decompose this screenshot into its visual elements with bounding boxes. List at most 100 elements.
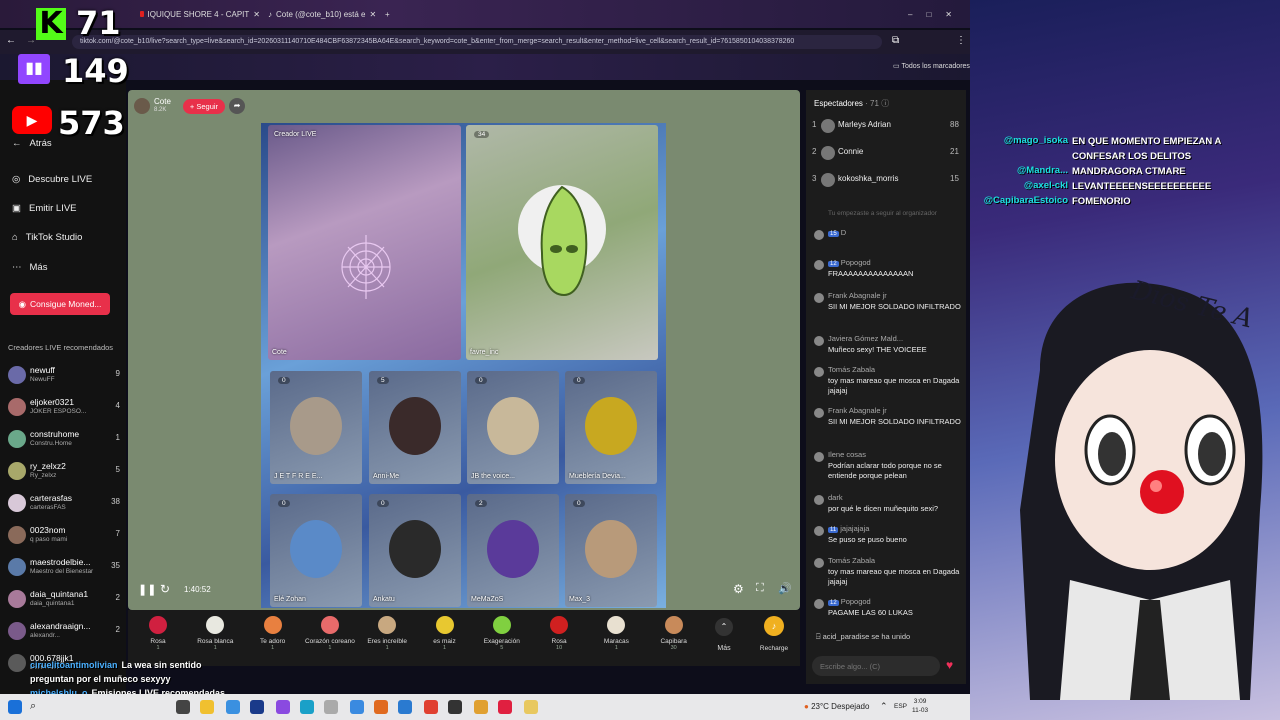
window-controls[interactable]: – □ ✕	[908, 6, 952, 22]
app-icon[interactable]	[524, 700, 538, 714]
guest-badge: 0	[573, 500, 585, 507]
creator-row[interactable]: carterasfas carterasFAS 38	[6, 491, 122, 519]
vscode-icon[interactable]	[398, 700, 412, 714]
gifts-more-button[interactable]: ⌃ Más	[710, 618, 738, 652]
guest-tile[interactable]: 0 J E T F R E E...	[270, 371, 362, 484]
gift-item[interactable]: Rosa blanca 1	[189, 614, 241, 651]
viewer-row[interactable]: 3 kokoshka_morris 15	[812, 172, 962, 190]
tray-chevron-icon[interactable]: ⌃	[880, 701, 888, 712]
chrome-icon[interactable]	[424, 700, 438, 714]
creator-row[interactable]: newuff NewuFF 9	[6, 363, 122, 391]
app-icon[interactable]	[324, 700, 338, 714]
chat-input[interactable]	[812, 656, 940, 676]
recharge-button[interactable]: ♪ Recharge	[756, 616, 792, 652]
creator-row[interactable]: maestrodelbie... Maestro del Bienestar 35	[6, 555, 122, 583]
clock-date: 11-03	[912, 707, 929, 714]
fullscreen-icon[interactable]: ⛶	[756, 582, 764, 595]
gift-item[interactable]: Te adoro 1	[247, 614, 299, 651]
pause-icon[interactable]: ❚❚	[138, 583, 156, 596]
avatar[interactable]	[134, 98, 150, 114]
avatar	[290, 520, 342, 578]
guest-tile[interactable]: 0 Elé Zohan	[270, 494, 362, 607]
tab-label: IQUIQUE SHORE 4 - CAPIT	[147, 9, 250, 19]
input-language[interactable]: ESP	[894, 703, 907, 710]
guest-tile[interactable]: 2 MeMaZoS	[467, 494, 559, 607]
nav-more[interactable]: ⋯ Más	[12, 262, 47, 273]
nav-tiktok-studio[interactable]: ⌂ TikTok Studio	[12, 232, 82, 243]
get-coins-button[interactable]: ◉ Consigue Moned...	[10, 293, 110, 315]
gift-item[interactable]: Exageración 5	[476, 614, 528, 651]
refresh-icon[interactable]: ↻	[160, 582, 170, 596]
chat-username: Javiera Gómez Mald...	[828, 334, 903, 343]
follow-button[interactable]: + Seguir	[182, 98, 226, 114]
app-icon[interactable]	[350, 700, 364, 714]
guest-tile[interactable]: 5 Anni-Me	[369, 371, 461, 484]
nav-discover-live[interactable]: ◎ Descubre LIVE	[12, 174, 92, 185]
creator-row[interactable]: 0023nom q paso mami 7	[6, 523, 122, 551]
forward-arrow-icon[interactable]: →	[26, 35, 36, 46]
windows-start-icon[interactable]	[8, 700, 22, 714]
back-link[interactable]: ← Atrás	[12, 138, 52, 149]
avatar	[8, 430, 26, 448]
url-field[interactable]: tiktok.com/@cote_b10/live?search_type=li…	[72, 35, 882, 49]
firefox-icon[interactable]	[374, 700, 388, 714]
viewers-header[interactable]: Espectadores · 71 ⓘ	[814, 98, 889, 109]
extensions-icon[interactable]: ⧉	[892, 35, 899, 46]
guest-tile[interactable]: 0 Max_3	[565, 494, 657, 607]
gift-item[interactable]: Rosa 1	[132, 614, 184, 651]
gift-name: Rosa	[551, 638, 567, 645]
browser-icon[interactable]	[226, 700, 240, 714]
edge-icon[interactable]	[300, 700, 314, 714]
viewer-row[interactable]: 1 Marleys Adrian 88	[812, 118, 962, 136]
volume-icon[interactable]: 🔊	[778, 582, 792, 595]
creator-row[interactable]: daia_quintana1 daia_quintana1 2	[6, 587, 122, 615]
task-view-icon[interactable]	[176, 700, 190, 714]
creator-row[interactable]: eljoker0321 JOKER ESPOSO... 4	[6, 395, 122, 423]
guest-tile[interactable]: 0 Mueblería Devia...	[565, 371, 657, 484]
browser-tab-active[interactable]: ♪ Cote (@cote_b10) está e ✕	[268, 6, 380, 22]
clock[interactable]: 3:09 11-03	[912, 697, 928, 715]
guest-tile-top[interactable]: 34 favre_inc	[466, 125, 658, 360]
close-icon[interactable]: ✕	[370, 10, 377, 19]
search-icon[interactable]: ⌕	[30, 700, 44, 714]
host-name[interactable]: Cote	[154, 98, 171, 106]
gift-item[interactable]: Eres increíble 1	[361, 614, 413, 651]
app-icon[interactable]	[474, 700, 488, 714]
app-icon[interactable]	[276, 700, 290, 714]
gift-name: es maiz	[433, 638, 456, 645]
viewer-row[interactable]: 2 Connie 21	[812, 145, 962, 163]
chat-username-text: Frank Abagnale jr	[828, 406, 887, 415]
creator-row[interactable]: ry_zelxz2 Ry_zelxz 5	[6, 459, 122, 487]
share-icon[interactable]: ➦	[229, 98, 246, 114]
viewers-count: 71	[870, 99, 879, 108]
app-icon[interactable]	[250, 700, 264, 714]
gift-item[interactable]: Maracas 1	[590, 614, 642, 651]
back-arrow-icon[interactable]: ←	[6, 35, 16, 46]
file-explorer-icon[interactable]	[200, 700, 214, 714]
guest-tile[interactable]: 0 Ankatu	[369, 494, 461, 607]
guest-tile[interactable]: 0 JB the voice...	[467, 371, 559, 484]
close-icon[interactable]: ✕	[253, 10, 260, 19]
avatar	[814, 336, 824, 346]
weather-widget[interactable]: ● 23°C Despejado	[804, 702, 869, 711]
settings-gear-icon[interactable]: ⚙	[733, 582, 744, 596]
browser-tab[interactable]: IQUIQUE SHORE 4 - CAPIT ✕	[140, 6, 260, 22]
close-window-icon[interactable]: ✕	[945, 10, 952, 19]
creator-row[interactable]: construhome Constru.Home 1	[6, 427, 122, 455]
menu-dots-icon[interactable]: ⋮	[956, 35, 966, 46]
new-tab-button[interactable]: +	[385, 6, 390, 22]
gift-name: Maracas	[603, 638, 629, 645]
maximize-icon[interactable]: □	[926, 10, 931, 19]
all-bookmarks[interactable]: ▭ Todos los marcadores	[893, 62, 970, 70]
creator-row[interactable]: alexandraaign... alexandr... 2	[6, 619, 122, 647]
obs-icon[interactable]	[448, 700, 462, 714]
host-tile[interactable]: Creador LIVE Cote	[268, 125, 461, 360]
nav-go-live[interactable]: ▣ Emitir LIVE	[12, 203, 77, 214]
minimize-icon[interactable]: –	[908, 10, 912, 19]
opera-icon[interactable]	[498, 700, 512, 714]
gift-item[interactable]: es maiz 1	[419, 614, 471, 651]
gift-item[interactable]: Capibara 30	[648, 614, 700, 651]
gift-item[interactable]: Corazón coreano 1	[304, 614, 356, 651]
gift-item[interactable]: Rosa 10	[533, 614, 585, 651]
heart-icon[interactable]: ♥	[946, 658, 953, 672]
